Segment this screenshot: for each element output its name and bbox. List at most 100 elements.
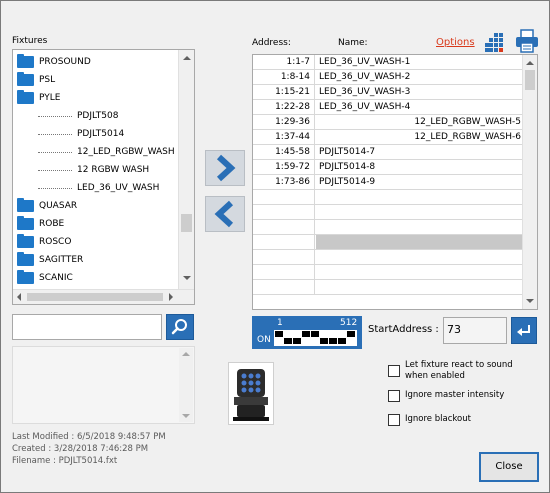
created-text: Created : 3/28/2018 7:46:28 PM [12, 444, 149, 454]
name-cell: LED_36_UV_WASH-3 [319, 87, 411, 97]
grid-row[interactable] [253, 265, 523, 280]
tree-folder[interactable]: QUASAR [13, 197, 179, 215]
start-address-input[interactable]: 73 [443, 317, 507, 344]
name-cell: LED_36_UV_WASH-2 [319, 72, 411, 82]
grid-row[interactable]: 1:37-44 12_LED_RGBW_WASH-6 [253, 130, 523, 145]
grid-row[interactable]: 1:45-58 PDJLT5014-7 [253, 145, 523, 160]
grid-row[interactable]: 1:22-28 LED_36_UV_WASH-4 [253, 100, 523, 115]
address-header: Address: [252, 38, 291, 48]
grid-row[interactable]: 1:8-14 LED_36_UV_WASH-2 [253, 70, 523, 85]
grid-row[interactable] [253, 190, 523, 205]
tree-folder[interactable]: PYLE [13, 89, 179, 107]
dmx-on-label: ON [257, 335, 271, 345]
add-fixture-button[interactable] [205, 150, 245, 186]
tree-item-label: LED_36_UV_WASH [77, 183, 160, 193]
tree-item-label: SCANIC [39, 273, 73, 283]
grid-row[interactable] [253, 250, 523, 265]
search-input[interactable] [12, 314, 162, 340]
tree-folder[interactable]: SAGITTER [13, 251, 179, 269]
chevron-right-icon [216, 154, 236, 182]
tree-connector [38, 116, 72, 117]
tree-folder[interactable]: ROBE [13, 215, 179, 233]
tree-horizontal-scrollbar[interactable] [13, 289, 194, 304]
print-button[interactable] [514, 28, 540, 54]
ignore-blackout-checkbox[interactable] [388, 414, 400, 426]
grid-row[interactable]: 1:29-36 12_LED_RGBW_WASH-5 [253, 115, 523, 130]
tree-item-label: PSL [39, 75, 56, 85]
folder-icon [17, 72, 34, 86]
tree-connector [38, 170, 72, 171]
sound-react-checkbox[interactable] [388, 365, 400, 377]
tree-item-label: PYLE [39, 93, 61, 103]
last-modified-text: Last Modified : 6/5/2018 9:48:57 PM [12, 432, 166, 442]
folder-icon [17, 216, 34, 230]
ignore-master-intensity-checkbox[interactable] [388, 390, 400, 402]
close-button[interactable]: Close [479, 452, 539, 482]
address-cell: 1:1-7 [253, 55, 315, 70]
fixtures-label: Fixtures [12, 36, 48, 46]
scroll-thumb[interactable] [27, 293, 163, 301]
scroll-thumb[interactable] [181, 214, 192, 232]
address-cell: 1:37-44 [253, 130, 315, 145]
tree-item-label: PDJLT508 [77, 111, 119, 121]
scroll-down-icon[interactable] [526, 299, 534, 303]
grid-row[interactable]: 1:59-72 PDJLT5014-8 [253, 160, 523, 175]
tree-item-label: PROSOUND [39, 57, 91, 67]
address-cell: 1:73-86 [253, 175, 315, 190]
printer-icon [516, 29, 538, 53]
folder-icon [17, 252, 34, 266]
grid-row[interactable] [253, 280, 523, 295]
fixture-tree[interactable]: PROSOUND PSL PYLE PDJLT508 PDJLT5014 12_LED_R… [12, 49, 195, 305]
tree-leaf[interactable]: PDJLT5014 [13, 125, 179, 143]
remove-fixture-button[interactable] [205, 196, 245, 232]
tree-leaf[interactable]: 12 RGBW WASH [13, 161, 179, 179]
tree-connector [38, 134, 72, 135]
ignore-blackout-label: Ignore blackout [405, 414, 471, 424]
tree-vertical-scrollbar[interactable] [178, 50, 194, 304]
scroll-thumb[interactable] [525, 70, 535, 90]
grid-vertical-scrollbar[interactable] [522, 55, 537, 309]
scroll-down-icon[interactable] [183, 276, 191, 280]
tree-folder[interactable]: PSL [13, 71, 179, 89]
grid-row[interactable] [253, 220, 523, 235]
tree-folder[interactable]: PROSOUND [13, 53, 179, 71]
address-cell [253, 280, 315, 295]
grid-icon [485, 33, 503, 52]
apply-address-button[interactable] [511, 317, 537, 344]
grid-row[interactable] [253, 205, 523, 220]
scroll-right-icon[interactable] [169, 293, 173, 301]
search-button[interactable] [166, 314, 194, 340]
address-grid[interactable]: 1:1-7 LED_36_UV_WASH-1 1:8-14 LED_36_UV_WAS… [252, 54, 538, 310]
grid-row[interactable]: 1:73-86 PDJLT5014-9 [253, 175, 523, 190]
name-cell: LED_36_UV_WASH-1 [319, 57, 411, 67]
tree-leaf[interactable]: PDJLT508 [13, 107, 179, 125]
scroll-left-icon[interactable] [17, 293, 21, 301]
tree-folder[interactable]: ROSCO [13, 233, 179, 251]
dmx-max-label: 512 [340, 318, 358, 328]
ignore-master-intensity-label: Ignore master intensity [405, 390, 505, 400]
folder-icon [17, 198, 34, 212]
address-cell: 1:22-28 [253, 100, 315, 115]
dip-switch-pattern [274, 330, 357, 346]
scroll-up-icon[interactable] [183, 56, 191, 60]
address-cell [253, 205, 315, 220]
scroll-up-icon[interactable] [526, 61, 534, 65]
name-cell: PDJLT5014-9 [319, 177, 376, 187]
tree-item-label: QUASAR [39, 201, 78, 211]
dmx-address-indicator: 1 512 ON [252, 316, 362, 349]
tree-folder[interactable]: SCANIC [13, 269, 179, 287]
folder-icon [17, 270, 34, 284]
address-cell: 1:8-14 [253, 70, 315, 85]
tree-leaf[interactable]: 12_LED_RGBW_WASH [13, 143, 179, 161]
address-cell: 1:15-21 [253, 85, 315, 100]
grid-row[interactable]: 1:15-21 LED_36_UV_WASH-3 [253, 85, 523, 100]
grid-view-button[interactable] [485, 32, 507, 54]
enter-icon [517, 325, 530, 336]
start-address-label: StartAddress : [368, 324, 439, 335]
tree-leaf[interactable]: LED_36_UV_WASH [13, 179, 179, 197]
tree-connector [38, 188, 72, 189]
grid-row[interactable] [253, 235, 523, 250]
dmx-min-label: 1 [277, 318, 283, 328]
grid-row[interactable]: 1:1-7 LED_36_UV_WASH-1 [253, 55, 523, 70]
options-link[interactable]: Options [436, 37, 475, 48]
